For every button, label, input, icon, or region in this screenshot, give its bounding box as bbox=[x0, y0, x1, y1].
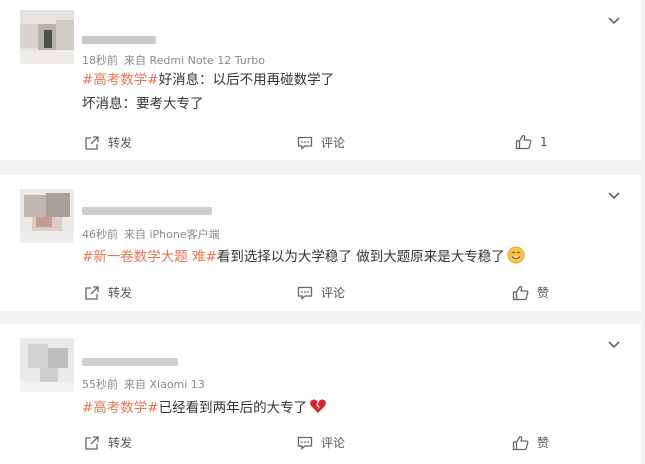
post-meta: 46秒前 来自 iPhone客户端 bbox=[82, 226, 226, 242]
post-source: 来自 Redmi Note 12 Turbo bbox=[124, 54, 265, 67]
post-card: 46秒前 来自 iPhone客户端 #新一卷数学大题 难#看到选择以为大学稳了 做… bbox=[0, 175, 641, 311]
repost-button[interactable]: 转发 bbox=[84, 434, 132, 451]
username-blurred[interactable] bbox=[82, 36, 156, 44]
username-blurred[interactable] bbox=[82, 207, 212, 215]
post-meta: 18秒前 来自 Redmi Note 12 Turbo bbox=[82, 52, 271, 68]
post-text: #高考数学#好消息：以后不用再碰数学了 bbox=[82, 71, 334, 89]
chevron-down-icon[interactable] bbox=[607, 189, 621, 203]
topic-tag[interactable]: #新一卷数学大题 难# bbox=[82, 249, 217, 265]
comment-button[interactable]: 评论 bbox=[297, 284, 345, 301]
broken-heart-icon bbox=[310, 399, 326, 413]
post-time[interactable]: 55秒前 bbox=[82, 378, 118, 391]
like-label: 赞 bbox=[537, 436, 550, 450]
comment-label: 评论 bbox=[321, 436, 346, 450]
like-button[interactable]: 赞 bbox=[512, 284, 549, 301]
smile-emoji-icon bbox=[507, 246, 525, 264]
like-button[interactable]: 1 bbox=[515, 134, 548, 150]
post-time[interactable]: 18秒前 bbox=[82, 54, 118, 67]
post-text: #高考数学#已经看到两年后的大专了 bbox=[82, 397, 327, 417]
chevron-down-icon[interactable] bbox=[607, 338, 621, 352]
post-card: 18秒前 来自 Redmi Note 12 Turbo #高考数学#好消息：以后不… bbox=[0, 0, 641, 160]
topic-tag[interactable]: #高考数学# bbox=[82, 400, 159, 416]
post-body: 看到选择以为大学稳了 做到大题原来是大专稳了 bbox=[216, 249, 505, 265]
repost-label: 转发 bbox=[108, 136, 133, 150]
post-source: 来自 iPhone客户端 bbox=[124, 228, 220, 241]
repost-icon bbox=[85, 285, 99, 300]
post-text: #新一卷数学大题 难#看到选择以为大学稳了 做到大题原来是大专稳了 bbox=[82, 246, 525, 266]
comment-button[interactable]: 评论 bbox=[297, 134, 345, 151]
topic-tag[interactable]: #高考数学# bbox=[82, 72, 159, 88]
repost-button[interactable]: 转发 bbox=[84, 284, 132, 301]
repost-label: 转发 bbox=[108, 286, 133, 300]
like-count: 1 bbox=[540, 135, 548, 149]
comment-icon bbox=[297, 436, 313, 450]
avatar[interactable] bbox=[20, 338, 74, 392]
repost-label: 转发 bbox=[108, 436, 133, 450]
post-meta: 55秒前 来自 Xiaomi 13 bbox=[82, 376, 211, 392]
post-text-line2: 坏消息：要考大专了 bbox=[82, 96, 204, 112]
like-icon bbox=[512, 285, 529, 300]
avatar[interactable] bbox=[20, 10, 74, 64]
avatar[interactable] bbox=[20, 189, 74, 243]
chevron-down-icon[interactable] bbox=[607, 14, 621, 28]
comment-button[interactable]: 评论 bbox=[297, 434, 345, 451]
post-body: 好消息：以后不用再碰数学了 bbox=[158, 72, 335, 88]
like-icon bbox=[515, 134, 532, 150]
comment-label: 评论 bbox=[321, 286, 346, 300]
like-icon bbox=[512, 435, 529, 450]
post-body: 已经看到两年后的大专了 bbox=[158, 400, 308, 416]
comment-icon bbox=[297, 286, 313, 300]
repost-icon bbox=[85, 435, 99, 450]
comment-label: 评论 bbox=[321, 136, 346, 150]
post-time[interactable]: 46秒前 bbox=[82, 228, 118, 241]
like-button[interactable]: 赞 bbox=[512, 434, 549, 451]
repost-icon bbox=[85, 135, 99, 150]
comment-icon bbox=[297, 136, 313, 150]
post-card: 55秒前 来自 Xiaomi 13 #高考数学#已经看到两年后的大专了 转发 评论… bbox=[0, 324, 641, 464]
like-label: 赞 bbox=[537, 286, 550, 300]
username-blurred[interactable] bbox=[82, 358, 178, 366]
repost-button[interactable]: 转发 bbox=[84, 134, 132, 151]
post-source: 来自 Xiaomi 13 bbox=[124, 378, 205, 391]
